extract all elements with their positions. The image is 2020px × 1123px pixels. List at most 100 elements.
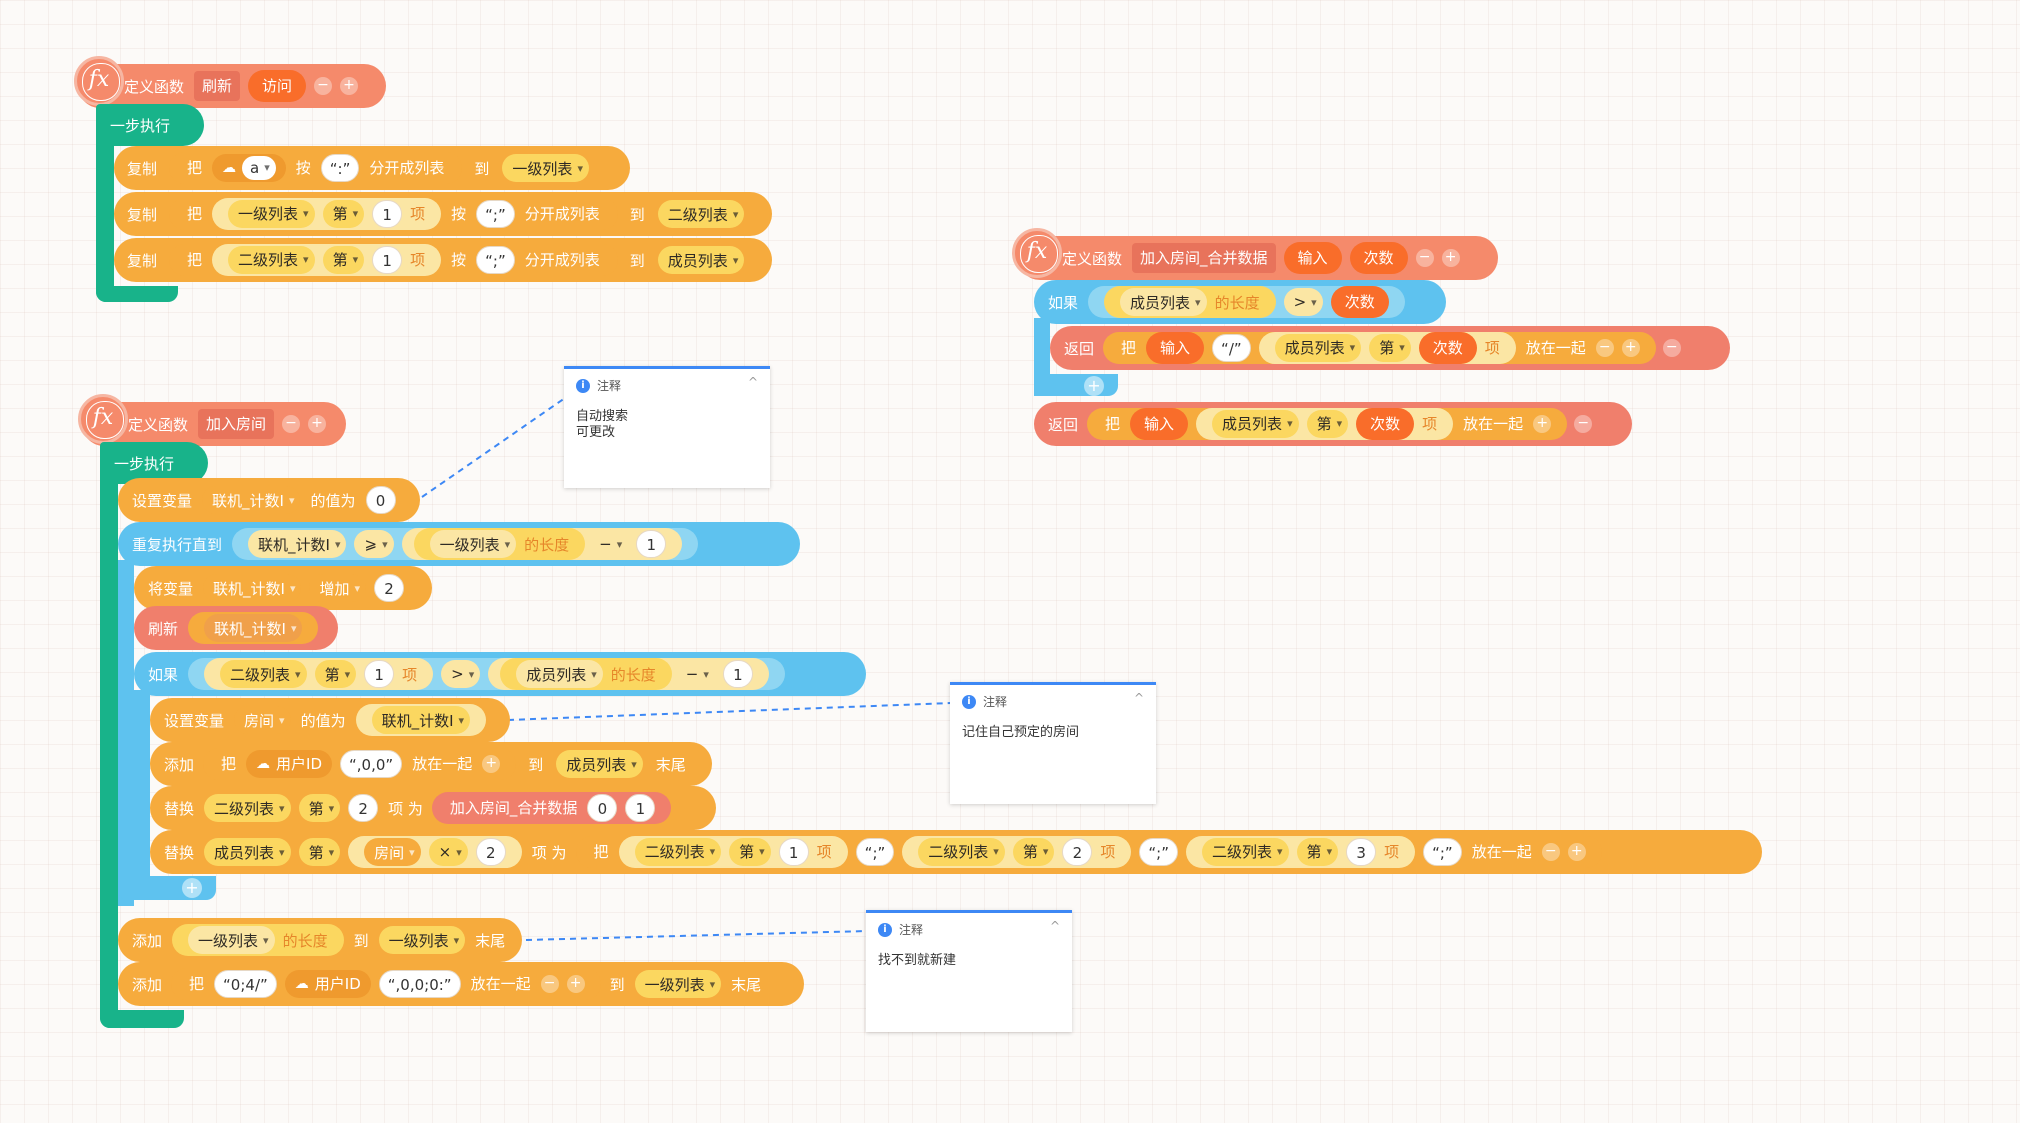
change-amount[interactable]: 2 — [374, 574, 405, 602]
list-select[interactable]: 成员列表 ▾ — [204, 838, 291, 866]
list-select[interactable]: 一级列表 ▾ — [378, 926, 466, 954]
variable-select[interactable]: 联机_计数I ▾ — [248, 530, 347, 558]
list-select[interactable]: 二级列表 ▾ — [228, 246, 315, 274]
plus-icon[interactable]: + — [182, 878, 202, 898]
note-text[interactable]: 自动搜索 可更改 — [576, 409, 628, 441]
minus-icon[interactable]: − — [314, 77, 333, 95]
function-name-field[interactable]: 加入房间_合并数据 — [1132, 243, 1276, 273]
semicolon-string[interactable]: “;” — [1423, 838, 1462, 866]
input-var[interactable]: 输入 — [1130, 408, 1189, 440]
param-input[interactable]: 输入 — [1283, 242, 1342, 274]
list-select[interactable]: 一级列表 ▾ — [634, 970, 722, 998]
var-a[interactable]: a — [250, 152, 259, 184]
comment-note[interactable]: i 注释 ^ 找不到就新建 — [866, 910, 1072, 1032]
index-select[interactable]: 第 ▾ — [1012, 838, 1055, 866]
operand-value[interactable]: 1 — [722, 660, 753, 688]
minus-icon[interactable]: − — [1595, 339, 1614, 357]
user-id-var[interactable]: 用户ID — [315, 968, 361, 1000]
plus-icon[interactable]: + — [1441, 249, 1460, 267]
variable-select[interactable]: 联机_计数I ▾ — [202, 486, 301, 514]
index-value[interactable]: 2 — [348, 794, 379, 822]
minus-icon[interactable]: − — [540, 975, 559, 993]
comment-note[interactable]: i 注释 ^ 自动搜索 可更改 — [564, 366, 770, 488]
index-select[interactable]: 第 ▾ — [298, 794, 341, 822]
index-select[interactable]: 第 ▾ — [298, 838, 341, 866]
list-select[interactable]: 一级列表 ▾ — [429, 530, 517, 558]
argument-select[interactable]: 联机_计数I ▾ — [204, 614, 303, 642]
change-mode-select[interactable]: 增加 ▾ — [309, 574, 367, 602]
block-canvas[interactable]: fx 定义函数 刷新 访问 − + 一步执行 复制 把 ☁ a ▾ 按 “:” 分开… — [0, 0, 2020, 1123]
string-input[interactable]: “/” — [1212, 334, 1251, 362]
comment-note[interactable]: i 注释 ^ 记住自己预定的房间 — [950, 682, 1156, 804]
param-access[interactable]: 访问 — [248, 70, 307, 102]
index-value[interactable]: 1 — [778, 838, 809, 866]
plus-icon[interactable]: + — [1567, 843, 1586, 861]
list-select[interactable]: 一级列表 ▾ — [188, 926, 275, 954]
index-value[interactable]: 1 — [372, 200, 403, 228]
compare-select[interactable]: ⩾ ▾ — [354, 530, 394, 558]
minus-icon[interactable]: − — [1574, 415, 1593, 433]
count-var[interactable]: 次数 — [1418, 332, 1477, 364]
value-input[interactable]: 0 — [365, 486, 396, 514]
operator-select[interactable]: − ▾ — [589, 530, 629, 558]
operand-value[interactable]: 1 — [636, 530, 667, 558]
operand-value[interactable]: 2 — [475, 838, 506, 866]
string-input[interactable]: “,0,0” — [340, 750, 403, 778]
variable-select[interactable]: 联机_计数I ▾ — [203, 574, 302, 602]
minus-icon[interactable]: − — [1662, 339, 1681, 357]
index-select[interactable]: 第 ▾ — [322, 246, 365, 274]
index-select[interactable]: 第 ▾ — [1369, 334, 1411, 362]
plus-icon[interactable]: + — [1533, 415, 1552, 433]
minus-icon[interactable]: − — [1415, 249, 1434, 267]
list-select[interactable]: 二级列表 ▾ — [220, 660, 307, 688]
colon-string[interactable]: “:” — [320, 154, 360, 182]
semicolon-string[interactable]: “;” — [1139, 838, 1178, 866]
index-value[interactable]: 2 — [1062, 838, 1093, 866]
index-select[interactable]: 第 ▾ — [314, 660, 357, 688]
function-name-field[interactable]: 刷新 — [194, 71, 241, 101]
plus-icon[interactable]: + — [482, 755, 501, 773]
list-select[interactable]: 成员列表 ▾ — [1120, 288, 1207, 316]
semicolon-string[interactable]: “;” — [855, 838, 895, 866]
index-select[interactable]: 第 ▾ — [1296, 838, 1339, 866]
variable-select[interactable]: 房间 ▾ — [364, 838, 421, 866]
plus-icon[interactable]: + — [340, 77, 359, 95]
plus-icon[interactable]: + — [1621, 339, 1640, 357]
compare-select[interactable]: > ▾ — [441, 660, 481, 688]
string-input[interactable]: “,0,0;0:” — [378, 970, 461, 998]
plus-icon[interactable]: + — [308, 415, 327, 433]
index-select[interactable]: 第 ▾ — [1306, 410, 1349, 438]
count-var[interactable]: 次数 — [1330, 286, 1389, 318]
chevron-up-icon[interactable]: ^ — [748, 375, 758, 389]
plus-icon[interactable]: + — [566, 975, 585, 993]
list-select[interactable]: 二级列表 ▾ — [204, 794, 291, 822]
index-value[interactable]: 3 — [1346, 838, 1377, 866]
count-var[interactable]: 次数 — [1356, 408, 1415, 440]
index-value[interactable]: 1 — [372, 246, 403, 274]
list-select[interactable]: 二级列表 ▾ — [1202, 838, 1289, 866]
argument-value[interactable]: 1 — [625, 794, 656, 822]
list-select[interactable]: 成员列表 ▾ — [1212, 410, 1299, 438]
compare-select[interactable]: > ▾ — [1283, 288, 1323, 316]
plus-icon[interactable]: + — [1084, 376, 1104, 396]
chevron-up-icon[interactable]: ^ — [1050, 919, 1060, 933]
note-text[interactable]: 找不到就新建 — [878, 953, 956, 969]
user-id-var[interactable]: 用户ID — [276, 748, 322, 780]
function-name-field[interactable]: 加入房间 — [198, 409, 275, 439]
semicolon-string[interactable]: “;” — [476, 200, 515, 228]
param-count[interactable]: 次数 — [1349, 242, 1408, 274]
list-select[interactable]: 二级列表 ▾ — [657, 200, 745, 228]
list-select[interactable]: 成员列表 ▾ — [516, 660, 603, 688]
list-select[interactable]: 二级列表 ▾ — [634, 838, 722, 866]
operator-select[interactable]: × ▾ — [428, 838, 468, 866]
argument-value[interactable]: 0 — [587, 794, 618, 822]
variable-select[interactable]: 联机_计数I ▾ — [371, 706, 471, 734]
list-select[interactable]: 成员列表 ▾ — [556, 750, 643, 778]
minus-icon[interactable]: − — [1541, 843, 1560, 861]
semicolon-string[interactable]: “;” — [476, 246, 515, 274]
index-value[interactable]: 1 — [364, 660, 395, 688]
note-text[interactable]: 记住自己预定的房间 — [962, 725, 1079, 741]
index-select[interactable]: 第 ▾ — [322, 200, 365, 228]
operator-select[interactable]: − ▾ — [675, 660, 715, 688]
list-select[interactable]: 成员列表 ▾ — [1274, 334, 1362, 362]
